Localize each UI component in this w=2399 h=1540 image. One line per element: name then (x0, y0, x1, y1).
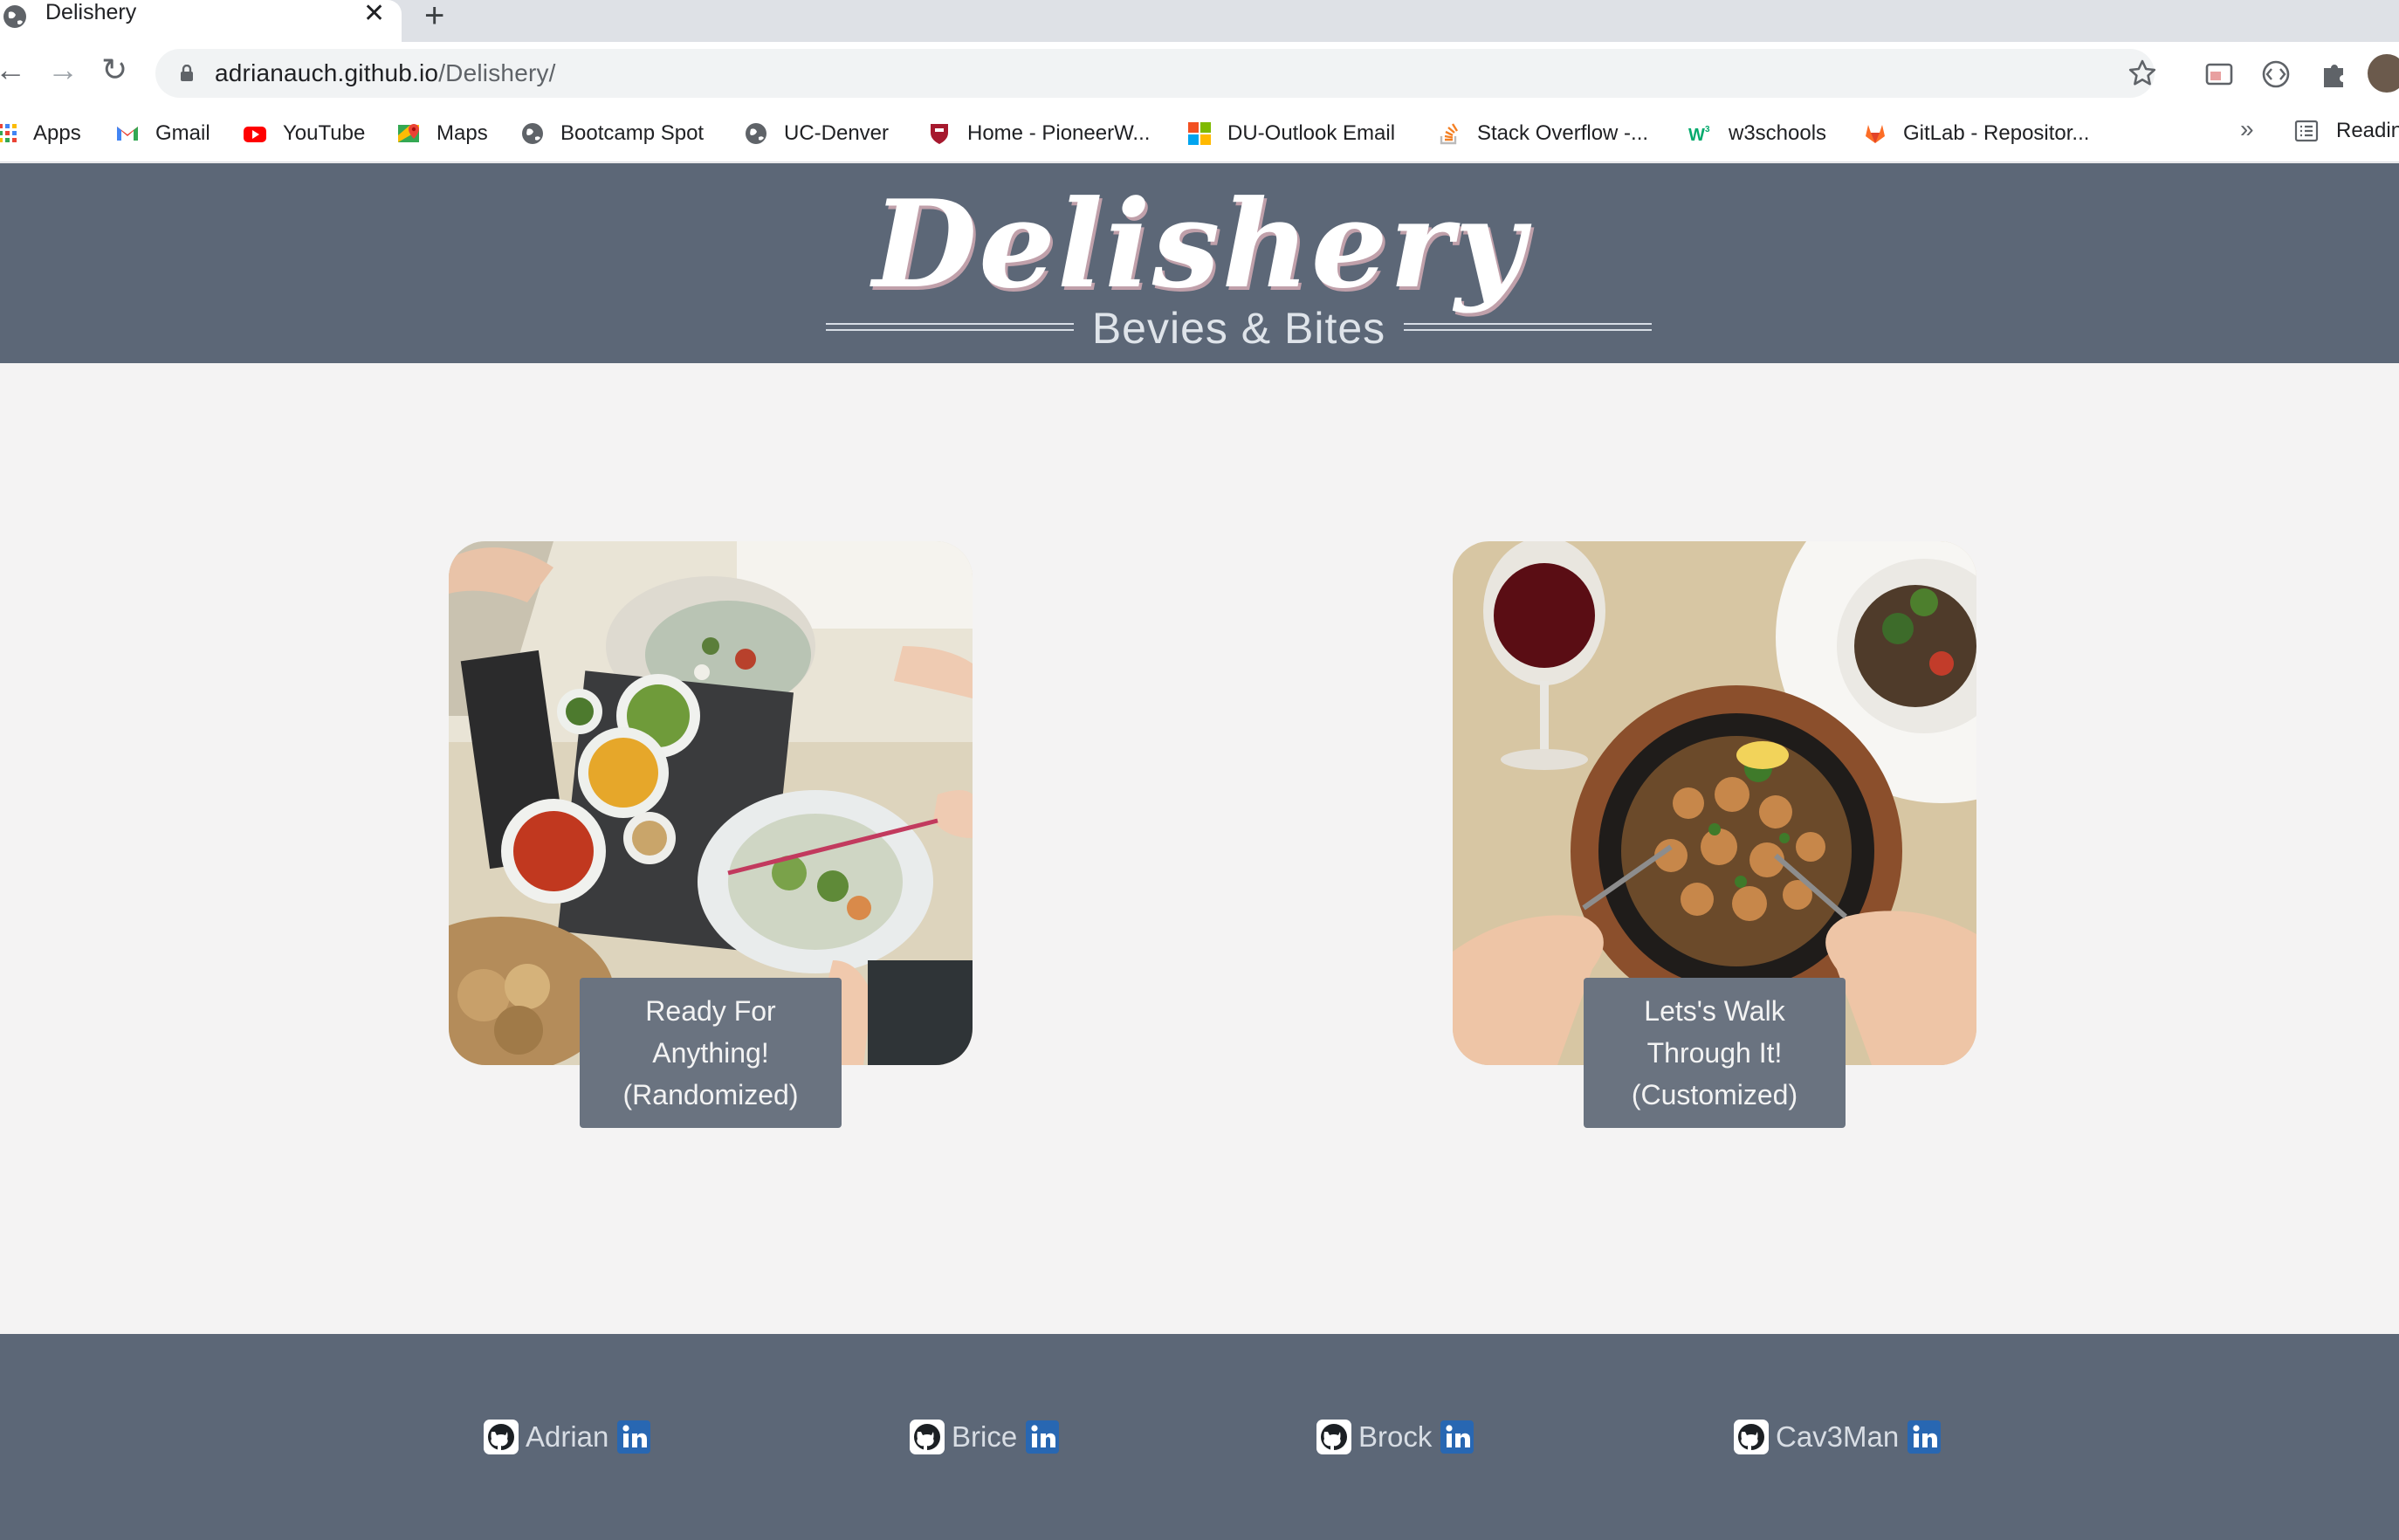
lock-icon (181, 65, 193, 81)
forward-arrow-icon[interactable]: → (47, 54, 79, 86)
bookmark-apps[interactable]: Apps (0, 119, 81, 148)
reload-icon[interactable]: ↻ (101, 54, 127, 86)
team-member-brock: Brock (1316, 1418, 1474, 1456)
close-tab-icon[interactable]: ✕ (363, 0, 385, 29)
bookmark-du-outlook[interactable]: DU-Outlook Email (1187, 119, 1395, 148)
github-icon[interactable] (1316, 1420, 1351, 1454)
team-member-brice: Brice (910, 1418, 1060, 1456)
stackoverflow-icon (1440, 123, 1459, 145)
w3schools-icon: W 3 (1688, 125, 1710, 145)
github-icon[interactable] (1734, 1420, 1769, 1454)
globe-icon (3, 5, 26, 28)
gmail-icon (117, 127, 138, 141)
bookmark-youtube[interactable]: YouTube (243, 119, 365, 148)
maps-icon (398, 124, 419, 142)
site-header: Delishery Bevies & Bites (0, 163, 2399, 363)
randomized-button[interactable]: Ready For Anything! (Randomized) (580, 978, 842, 1128)
address-bar[interactable]: adrianauch.github.io/Delishery/ (155, 49, 2158, 98)
bookmark-star-icon[interactable] (2127, 58, 2158, 89)
profile-avatar[interactable] (2368, 54, 2399, 93)
site-footer: Adrian Brice Brock Cav3Man (0, 1334, 2399, 1540)
code-extension-icon[interactable] (2259, 58, 2292, 91)
linkedin-icon[interactable] (1440, 1420, 1474, 1454)
reading-list-icon (2294, 120, 2319, 142)
browser-toolbar: ← → ↻ adrianauch.github.io/Delishery/ (0, 42, 2399, 107)
bookmark-uc-denver[interactable]: UC-Denver (744, 119, 889, 148)
new-tab-button[interactable]: + (424, 0, 444, 36)
tab-strip: Delishery ✕ + (0, 0, 2399, 42)
puzzle-extensions-icon[interactable] (2317, 58, 2350, 91)
shield-crest-icon (931, 124, 948, 144)
reading-list-button[interactable]: Readin (2294, 119, 2399, 143)
tab-title: Delishery (45, 0, 137, 24)
team-member-cav3man: Cav3Man (1734, 1418, 1942, 1456)
tagline-divider-right (1404, 323, 1652, 331)
url-text: adrianauch.github.io/Delishery/ (215, 59, 556, 86)
tagline-divider-left (826, 323, 1074, 331)
bookmark-bootcamp-spot[interactable]: Bootcamp Spot (520, 119, 704, 148)
team-member-adrian: Adrian (484, 1418, 651, 1456)
browser-tab[interactable]: Delishery ✕ (0, 0, 402, 42)
bookmark-stack-overflow[interactable]: Stack Overflow -... (1437, 119, 1648, 148)
globe-icon (522, 123, 543, 144)
bookmark-w3schools[interactable]: W 3 w3schools (1688, 119, 1826, 148)
linkedin-icon[interactable] (1026, 1420, 1060, 1454)
back-arrow-icon[interactable]: ← (0, 54, 26, 86)
youtube-icon (244, 127, 266, 142)
site-logo: Delishery (872, 173, 1527, 315)
github-icon[interactable] (910, 1420, 945, 1454)
bookmark-pioneerweb[interactable]: Home - PioneerW... (927, 119, 1150, 148)
apps-grid-icon (0, 124, 17, 142)
customized-button[interactable]: Lets's Walk Through It! (Customized) (1584, 978, 1846, 1128)
svg-text:3: 3 (1705, 125, 1710, 134)
cast-extension-icon[interactable] (2203, 58, 2237, 91)
microsoft-icon (1188, 122, 1211, 145)
linkedin-icon[interactable] (1908, 1420, 1942, 1454)
site-tagline: Bevies & Bites (1091, 304, 1386, 353)
bookmark-maps[interactable]: Maps (396, 119, 488, 148)
gitlab-icon (1866, 125, 1885, 143)
github-icon[interactable] (484, 1420, 519, 1454)
svg-text:W: W (1688, 126, 1705, 145)
bookmarks-bar: Apps Gmail YouTube Maps Bootcamp Spot UC… (0, 107, 2399, 162)
globe-icon (746, 123, 766, 144)
linkedin-icon[interactable] (617, 1420, 651, 1454)
bookmark-gitlab[interactable]: GitLab - Repositor... (1863, 119, 2089, 148)
more-bookmarks-button[interactable]: » (2240, 115, 2254, 143)
bookmark-gmail[interactable]: Gmail (115, 119, 210, 148)
